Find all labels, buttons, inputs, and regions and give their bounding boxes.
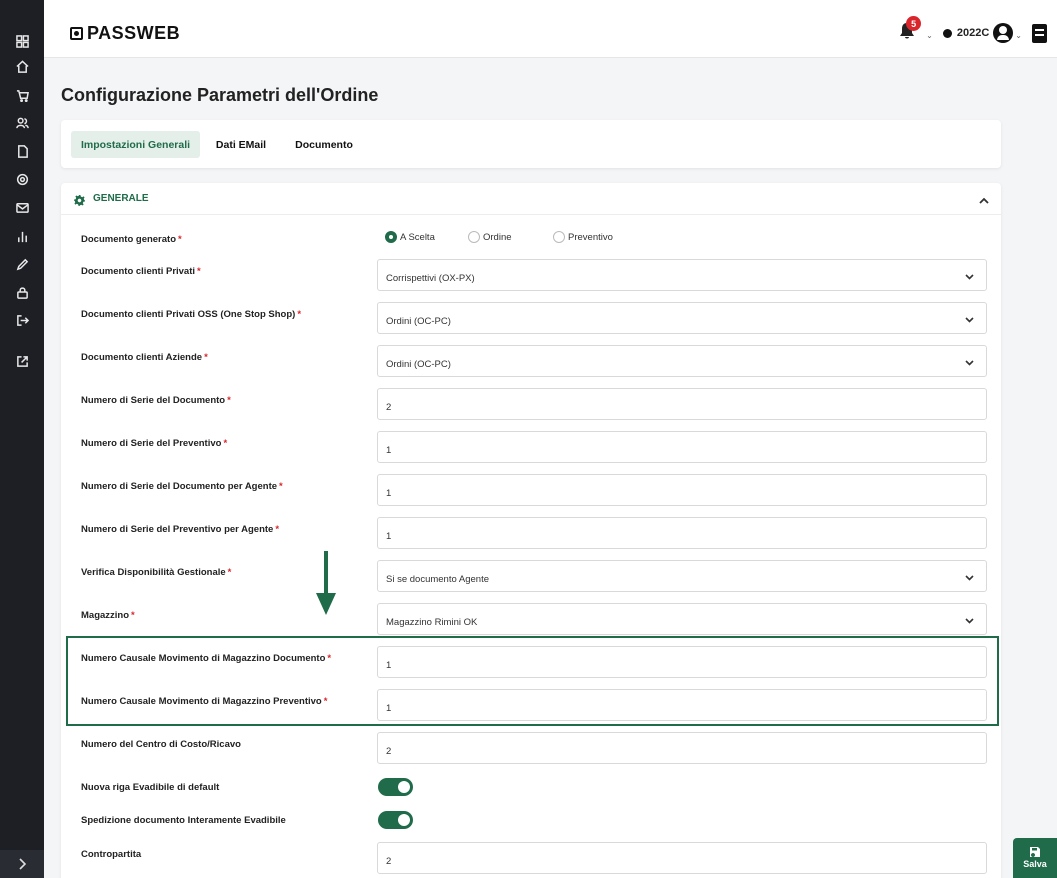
input-causale-documento[interactable]: 1 [377, 646, 987, 678]
chevron-down-icon [965, 272, 974, 280]
user-avatar-icon[interactable] [993, 23, 1014, 43]
chevron-down-icon [965, 616, 974, 624]
radio-circle [553, 231, 565, 243]
year-selector[interactable]: 2022C [957, 27, 989, 39]
section-title: GENERALE [93, 193, 149, 204]
home-icon[interactable] [0, 55, 44, 77]
label-causale-documento: Numero Causale Movimento di Magazzino Do… [81, 653, 332, 664]
select-doc-privati[interactable]: Corrispettivi (OX-PX) [377, 259, 987, 291]
label-serie-doc-agente: Numero di Serie del Documento per Agente… [81, 481, 283, 492]
toggle-nuova-riga[interactable] [378, 778, 413, 796]
input-serie-prev-agente[interactable]: 1 [377, 517, 987, 549]
sidebar [0, 0, 44, 878]
pencil-icon[interactable] [0, 253, 44, 275]
input-serie-documento[interactable]: 2 [377, 388, 987, 420]
floppy-disk-icon [1030, 847, 1040, 857]
label-causale-preventivo: Numero Causale Movimento di Magazzino Pr… [81, 696, 328, 707]
external-link-icon[interactable] [0, 350, 44, 372]
toggle-spedizione[interactable] [378, 811, 413, 829]
chevron-down-icon [965, 315, 974, 323]
mail-icon[interactable] [0, 196, 44, 218]
chevron-down-icon [965, 358, 974, 366]
label-doc-privati-oss: Documento clienti Privati OSS (One Stop … [81, 309, 302, 320]
logo-text: PASSWEB [87, 23, 181, 43]
chevron-up-icon[interactable] [979, 193, 989, 204]
input-centro-costo[interactable]: 2 [377, 732, 987, 764]
label-serie-prev-agente: Numero di Serie del Preventivo per Agent… [81, 524, 280, 535]
lock-icon[interactable] [0, 281, 44, 303]
cart-icon[interactable] [0, 84, 44, 106]
status-dot [942, 28, 952, 38]
select-doc-aziende[interactable]: Ordini (OC-PC) [377, 345, 987, 377]
app-logo[interactable]: PASSWEB [70, 23, 180, 44]
label-doc-privati: Documento clienti Privati * [81, 266, 201, 277]
tab-dati-email[interactable]: Dati EMail [210, 131, 272, 158]
input-causale-preventivo[interactable]: 1 [377, 689, 987, 721]
sidebar-expand-button[interactable] [0, 850, 44, 878]
chevron-down-icon [965, 573, 974, 581]
save-button[interactable]: Salva [1013, 838, 1057, 878]
logout-icon[interactable] [0, 309, 44, 331]
radio-circle [468, 231, 480, 243]
notification-badge: 5 [906, 16, 922, 31]
tabs-bar: Impostazioni Generali Dati EMail Documen… [61, 120, 1001, 168]
label-documento-generato: Documento generato * [81, 234, 182, 245]
document-icon[interactable] [0, 140, 44, 162]
label-spedizione: Spedizione documento Interamente Evadibi… [81, 815, 286, 826]
label-serie-documento: Numero di Serie del Documento * [81, 395, 231, 406]
radio-ordine[interactable]: Ordine [468, 231, 512, 243]
manual-book-icon[interactable] [1032, 23, 1047, 43]
section-header[interactable]: GENERALE [61, 183, 1001, 215]
label-nuova-riga: Nuova riga Evadibile di default [81, 782, 220, 793]
label-magazzino: Magazzino * [81, 610, 135, 621]
input-serie-preventivo[interactable]: 1 [377, 431, 987, 463]
chevron-down-icon[interactable]: ⌄ [926, 31, 933, 40]
gear-icon [74, 193, 85, 206]
select-verifica-disponibilita[interactable]: Si se documento Agente [377, 560, 987, 592]
dashboard-icon[interactable] [0, 30, 44, 52]
label-doc-aziende: Documento clienti Aziende * [81, 352, 208, 363]
radio-a-scelta[interactable]: A Scelta [385, 231, 435, 243]
chart-icon[interactable] [0, 225, 44, 247]
logo-mark-icon [70, 27, 83, 40]
tab-impostazioni-generali[interactable]: Impostazioni Generali [71, 131, 200, 158]
select-magazzino[interactable]: Magazzino Rimini OK [377, 603, 987, 635]
label-centro-costo: Numero del Centro di Costo/Ricavo [81, 739, 241, 750]
top-header: PASSWEB 5 ⌄ 2022C ⌄ [44, 0, 1057, 58]
select-doc-privati-oss[interactable]: Ordini (OC-PC) [377, 302, 987, 334]
chevron-down-icon[interactable]: ⌄ [1015, 31, 1022, 40]
input-serie-doc-agente[interactable]: 1 [377, 474, 987, 506]
arrow-down-icon [315, 551, 337, 617]
label-serie-preventivo: Numero di Serie del Preventivo * [81, 438, 228, 449]
label-contropartita: Contropartita [81, 849, 142, 860]
chevron-right-icon [19, 858, 27, 870]
settings-icon[interactable] [0, 168, 44, 190]
radio-circle [385, 231, 397, 243]
notifications-button[interactable]: 5 [898, 16, 922, 44]
page-title: Configurazione Parametri dell'Ordine [61, 85, 379, 105]
users-icon[interactable] [0, 112, 44, 134]
input-contropartita[interactable]: 2 [377, 842, 987, 874]
label-verifica-disponibilita: Verifica Disponibilità Gestionale * [81, 567, 232, 578]
tab-documento[interactable]: Documento [289, 131, 359, 158]
radio-preventivo[interactable]: Preventivo [553, 231, 613, 243]
